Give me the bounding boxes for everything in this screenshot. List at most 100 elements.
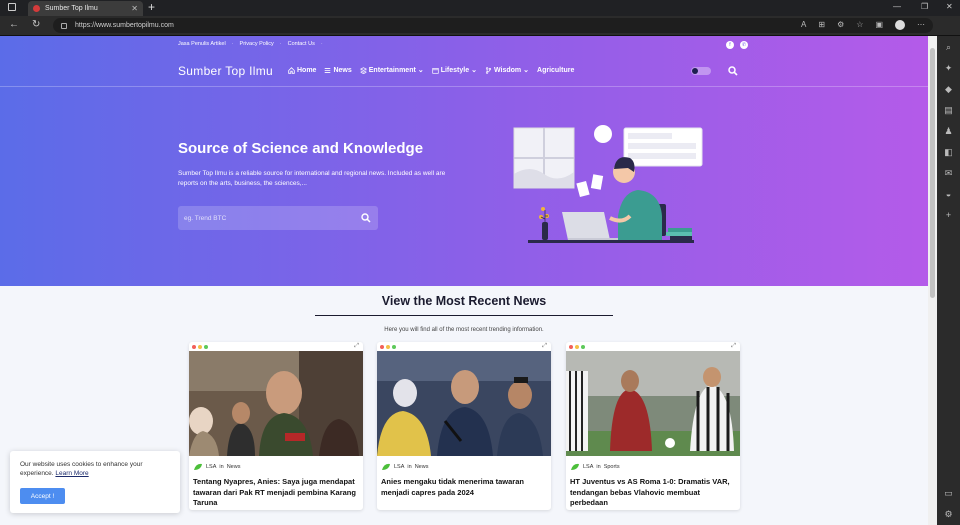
more-menu-icon[interactable]: ⋯ — [917, 20, 925, 30]
learn-more-link[interactable]: Learn More — [55, 470, 88, 477]
new-tab-icon[interactable]: + — [148, 0, 155, 14]
card-category[interactable]: News — [415, 464, 429, 470]
url-text: https://www.sumbertopilmu.com — [75, 22, 174, 29]
card-in: in — [596, 464, 601, 470]
facebook-icon[interactable]: f — [726, 41, 734, 49]
settings-icon[interactable]: ⚙ — [943, 509, 954, 520]
news-thumbnail[interactable] — [189, 351, 363, 456]
card-author[interactable]: LSA — [583, 464, 593, 470]
address-bar[interactable]: https://www.sumbertopilmu.com A ⊞ ⚙ ☆ ▣ … — [53, 18, 933, 33]
list-icon — [325, 67, 331, 73]
collections-icon[interactable]: ▣ — [875, 20, 883, 30]
nav-item-news[interactable]: News — [324, 66, 352, 74]
maximize-icon[interactable]: ❐ — [921, 2, 928, 11]
card-in: in — [219, 464, 224, 470]
cookie-message: Our website uses cookies to enhance your… — [20, 460, 170, 478]
nav-label-home: Home — [297, 66, 317, 74]
chevron-down-icon: ⌄ — [471, 67, 477, 74]
nav-label-agriculture: Agriculture — [537, 66, 575, 74]
sidebar-toggle-icon[interactable]: ▭ — [943, 488, 954, 499]
chevron-down-icon: ⌄ — [417, 67, 424, 74]
expand-icon[interactable]: ⤢ — [731, 343, 736, 350]
extensions-icon[interactable]: ⚙ — [837, 20, 844, 30]
nav-label-wisdom: Wisdom — [493, 66, 522, 74]
card-headline[interactable]: Tentang Nyapres, Anies: Saya juga mendap… — [193, 477, 359, 509]
recent-news-subtitle: Here you will find all of the most recen… — [384, 327, 544, 333]
top-links: Jasa Penulis Artikel · Privacy Policy · … — [178, 41, 323, 47]
card-headline[interactable]: HT Juventus vs AS Roma 1-0: Dramatis VAR… — [570, 477, 736, 509]
site-brand[interactable]: Sumber Top Ilmu — [178, 64, 273, 78]
recent-news-title: View the Most Recent News — [381, 294, 547, 308]
browser-tab-bar: Sumber Top Ilmu ✕ + — ❐ ✕ — [0, 0, 960, 16]
page-scrollbar[interactable] — [928, 36, 937, 525]
card-headline[interactable]: Anies mengaku tidak menerima tawaran men… — [381, 477, 547, 498]
read-aloud-icon[interactable]: A — [801, 20, 806, 30]
browser-tab[interactable]: Sumber Top Ilmu ✕ — [28, 1, 143, 16]
separator: · — [231, 41, 234, 47]
nav-item-wisdom[interactable]: Wisdom ⌄ — [485, 66, 529, 74]
add-sidebar-icon[interactable]: + — [943, 210, 954, 221]
card-meta: LSA in Sports — [570, 462, 620, 472]
top-link-contact[interactable]: Contact Us — [288, 41, 315, 47]
site-favicon-icon — [33, 5, 40, 12]
scrollbar-thumb[interactable] — [930, 48, 935, 298]
moon-icon — [692, 68, 698, 74]
minimize-icon[interactable]: — — [893, 2, 901, 11]
layers-icon — [359, 66, 367, 74]
games-icon[interactable]: ♟ — [943, 126, 954, 137]
drop-icon[interactable]: ◒ — [943, 189, 954, 200]
news-thumbnail[interactable] — [377, 351, 551, 456]
office-icon[interactable]: ◧ — [943, 147, 954, 158]
calendar-icon — [432, 67, 439, 74]
title-underline — [315, 315, 613, 316]
card-author[interactable]: LSA — [394, 464, 404, 470]
top-link-jasa[interactable]: Jasa Penulis Artikel — [178, 41, 226, 47]
news-card[interactable]: ⤢ LSA in News Anies mengaku tidak meneri… — [377, 342, 551, 510]
cookie-banner: Our website uses cookies to enhance your… — [10, 451, 180, 513]
nav-label-news: News — [333, 66, 352, 74]
search-icon[interactable]: ⌕ — [943, 42, 954, 53]
accept-cookies-button[interactable]: Accept ! — [20, 488, 65, 504]
card-meta: LSA in News — [193, 462, 240, 472]
nav-item-entertainment[interactable]: Entertainment ⌄ — [359, 66, 424, 74]
nav-item-home[interactable]: Home — [288, 66, 316, 74]
close-window-icon[interactable]: ✕ — [946, 2, 953, 11]
search-icon[interactable] — [728, 66, 738, 76]
card-in: in — [407, 464, 412, 470]
nav-item-agriculture[interactable]: Agriculture — [537, 66, 574, 74]
top-link-privacy[interactable]: Privacy Policy — [240, 41, 274, 47]
branch-icon — [485, 66, 492, 74]
card-author[interactable]: LSA — [206, 464, 216, 470]
nav-label-lifestyle: Lifestyle — [440, 66, 470, 74]
header-divider — [0, 86, 928, 87]
news-card[interactable]: ⤢ LSA in News Tentang Nyapres, Anies: Sa… — [189, 342, 363, 510]
plus-shopping-icon[interactable]: ✦ — [943, 63, 954, 74]
lock-icon[interactable] — [61, 22, 67, 29]
nav-item-lifestyle[interactable]: Lifestyle ⌄ — [432, 66, 477, 74]
hero-search-input[interactable] — [184, 211, 354, 225]
profile-avatar[interactable] — [895, 20, 905, 30]
dark-mode-toggle[interactable] — [691, 67, 711, 75]
browser-toolbar: ← ↻ https://www.sumbertopilmu.com A ⊞ ⚙ … — [0, 16, 960, 36]
window-dots — [192, 345, 208, 349]
tag-icon[interactable]: ◆ — [943, 84, 954, 95]
outlook-icon[interactable]: ✉ — [943, 168, 954, 179]
close-tab-icon[interactable]: ✕ — [131, 4, 138, 13]
refresh-icon[interactable]: ↻ — [32, 19, 40, 30]
news-card[interactable]: ⤢ LSA in Sports HT Juventus vs AS Roma 1… — [566, 342, 740, 510]
expand-icon[interactable]: ⤢ — [542, 343, 547, 350]
card-category[interactable]: Sports — [604, 464, 620, 470]
app-icon[interactable]: ⊞ — [818, 20, 825, 30]
hero-description: Sumber Top Ilmu is a reliable source for… — [178, 170, 446, 187]
favorites-icon[interactable]: ☆ — [856, 20, 863, 30]
back-icon[interactable]: ← — [9, 19, 19, 30]
author-logo-icon — [194, 463, 202, 470]
expand-icon[interactable]: ⤢ — [354, 343, 359, 350]
web-page: Jasa Penulis Artikel · Privacy Policy · … — [0, 36, 928, 525]
tab-actions-icon[interactable] — [8, 3, 16, 11]
search-icon[interactable] — [361, 213, 371, 223]
news-thumbnail[interactable] — [566, 351, 740, 456]
toolbox-icon[interactable]: ▤ — [943, 105, 954, 116]
whatsapp-icon[interactable]: ✆ — [740, 41, 748, 49]
card-category[interactable]: News — [227, 464, 241, 470]
